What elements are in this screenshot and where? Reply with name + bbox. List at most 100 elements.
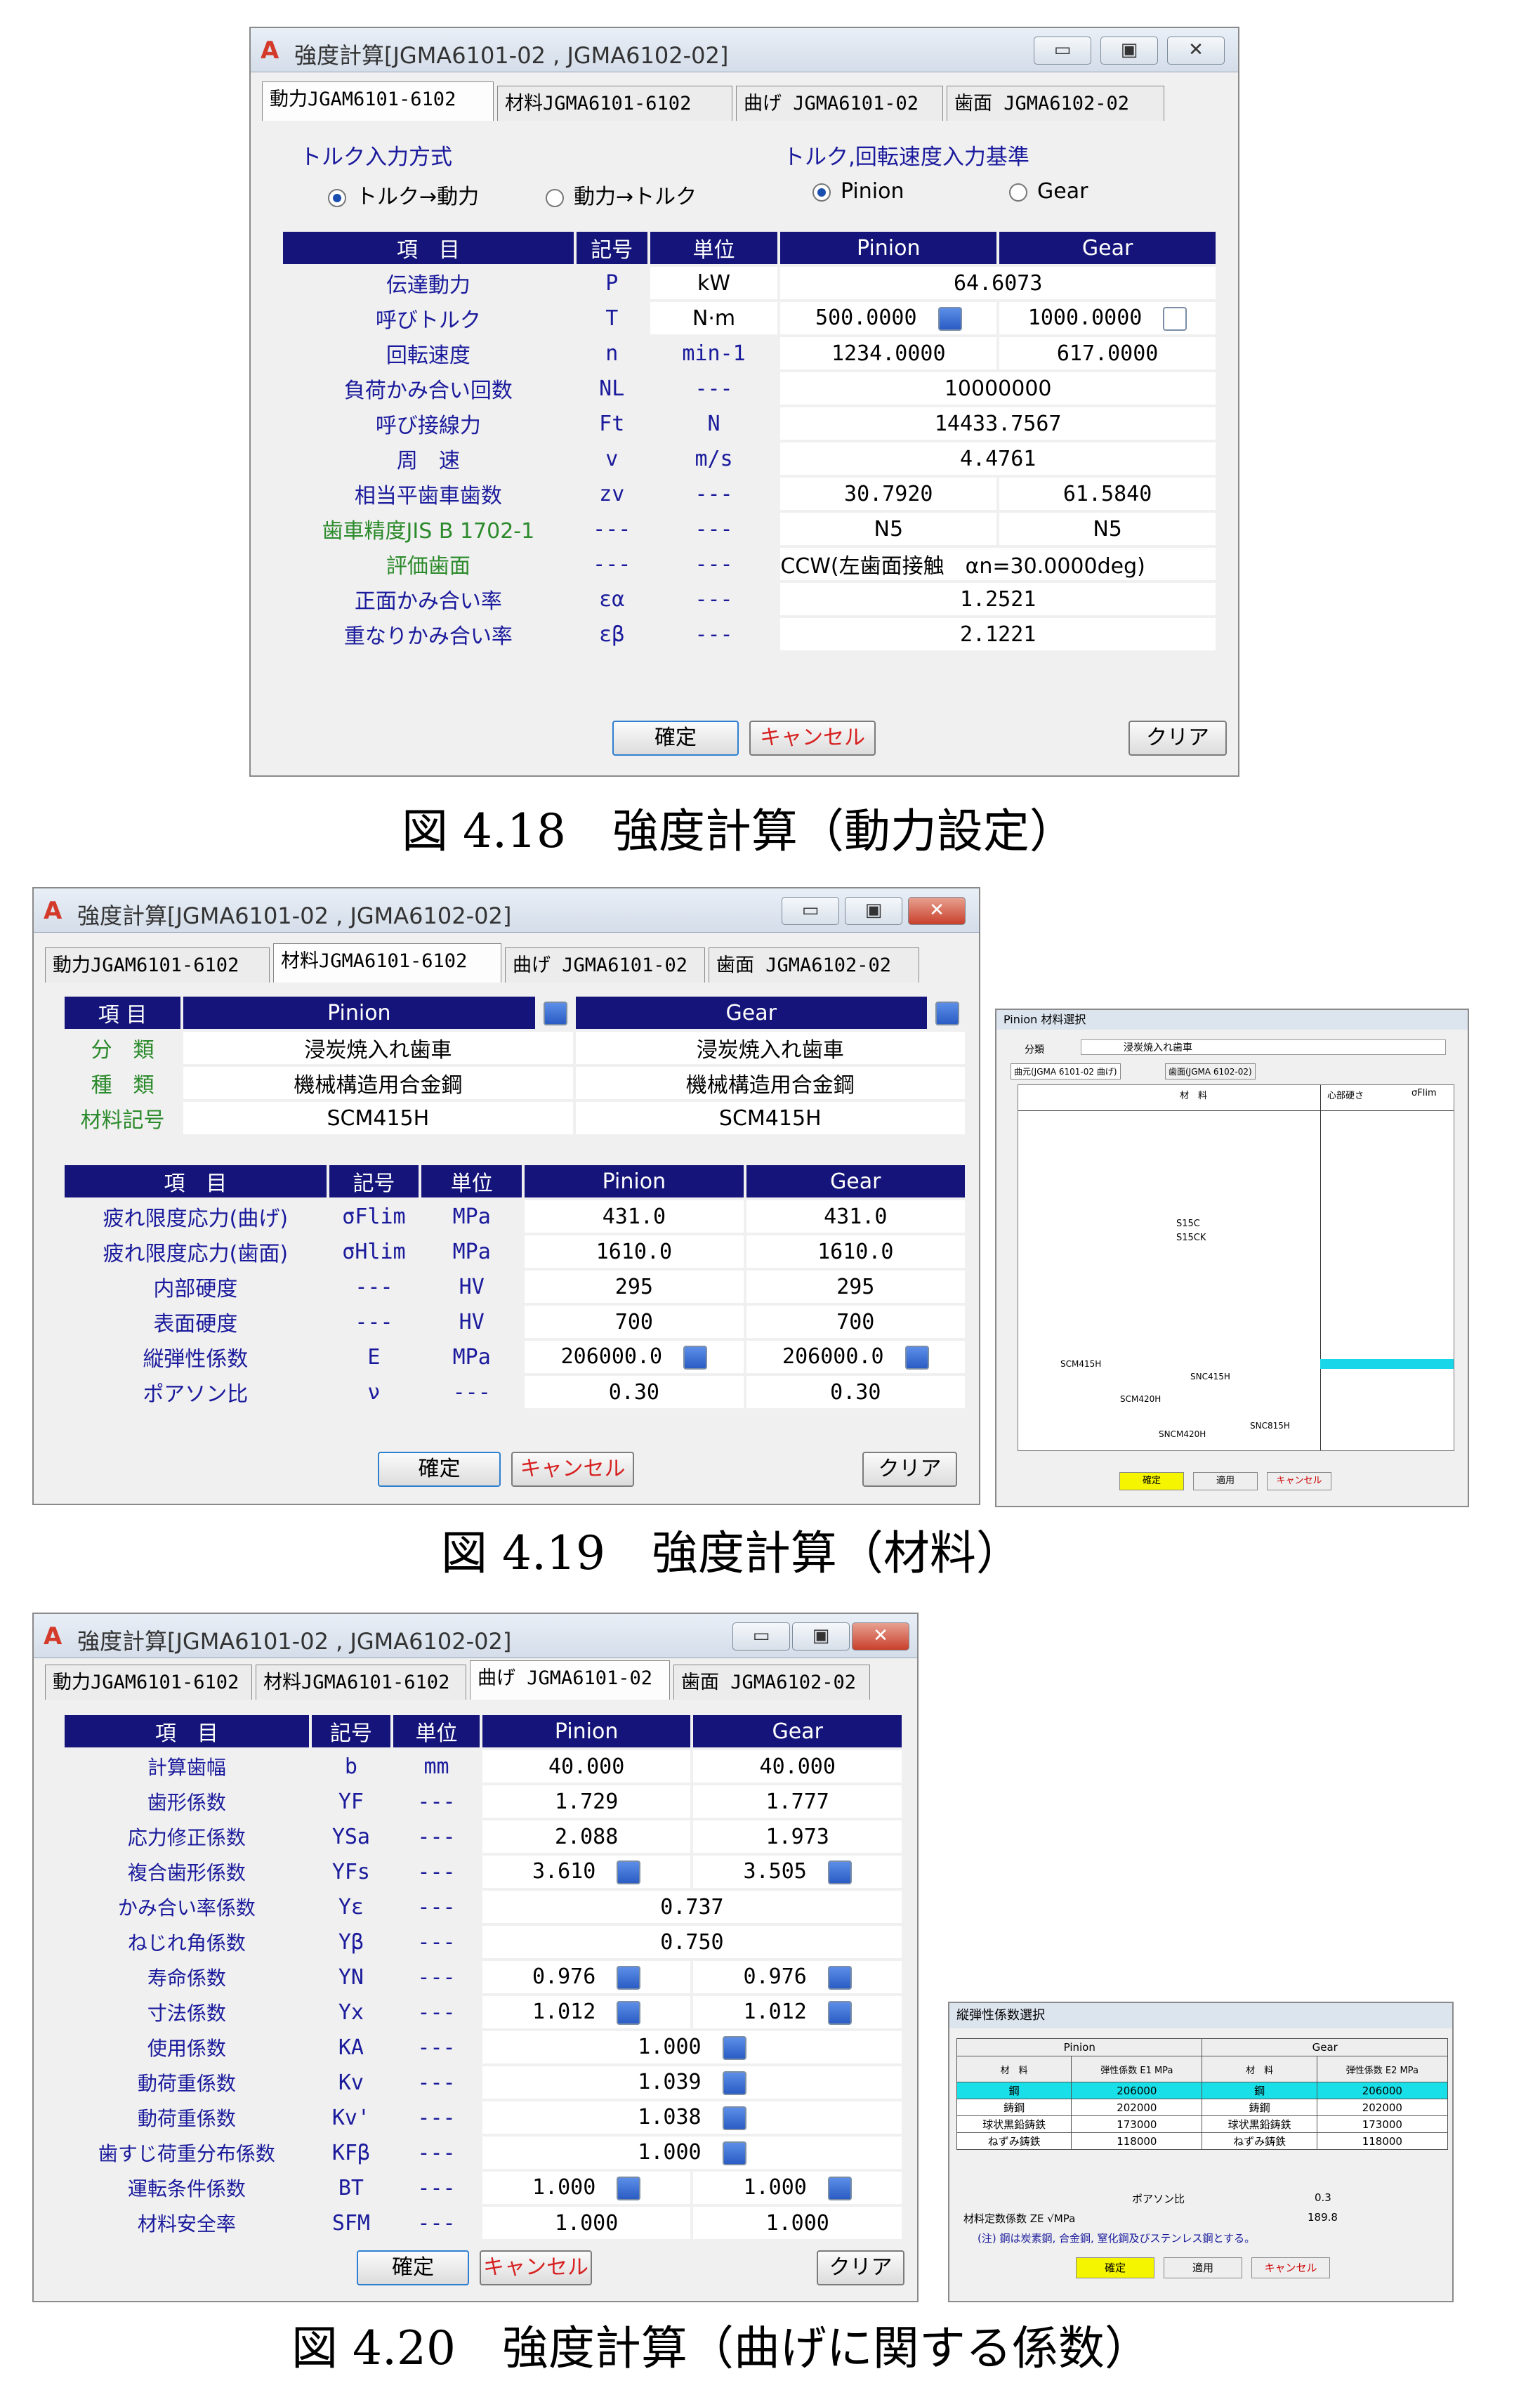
value-cell[interactable]: 206000.0 xyxy=(525,1341,744,1373)
tab-material[interactable]: 材料JGMA6101-6102 xyxy=(497,86,732,121)
radio-power-to-torque[interactable]: 動力→トルク xyxy=(546,179,697,210)
pinion-material-button[interactable] xyxy=(538,997,573,1029)
dialog-apply-button[interactable]: 適用 xyxy=(1193,1472,1258,1490)
value-cell[interactable]: 1.000 xyxy=(693,2172,902,2204)
value-cell[interactable]: 1.039 xyxy=(482,2066,902,2099)
edit-icon[interactable] xyxy=(827,2176,852,2200)
value-cell[interactable]: 0.750 xyxy=(482,1926,902,1958)
value-cell[interactable]: 4.4761 xyxy=(780,442,1216,475)
value-cell[interactable]: 61.5840 xyxy=(999,478,1216,510)
radio-torque-to-power[interactable]: トルク→動力 xyxy=(328,179,479,210)
value-select[interactable]: 機械構造用合金鋼 xyxy=(575,1067,965,1099)
value-cell[interactable]: 40.000 xyxy=(693,1750,902,1783)
value-cell[interactable]: 1.012 xyxy=(693,1996,902,2028)
close-button[interactable]: ✕ xyxy=(852,1622,909,1650)
more-icon[interactable] xyxy=(1163,306,1187,331)
value-select[interactable]: N5 xyxy=(780,513,997,545)
dialog-ok-button[interactable]: 確定 xyxy=(1119,1472,1184,1490)
close-button[interactable]: ✕ xyxy=(908,897,966,925)
value-select[interactable]: 浸炭焼入れ歯車 xyxy=(183,1032,573,1064)
value-cell[interactable]: 431.0 xyxy=(525,1200,744,1233)
value-cell[interactable]: 1.729 xyxy=(482,1785,691,1818)
tab-material[interactable]: 材料JGMA6101-6102 xyxy=(273,943,501,983)
table-row[interactable]: 球状黒鉛鋳鉄 173000 球状黒鉛鋳鉄 173000 xyxy=(956,2115,1449,2133)
tab-surface[interactable]: 歯面 JGMA6102-02 xyxy=(673,1665,870,1700)
dialog-cancel-button[interactable]: キャンセル xyxy=(1251,2257,1330,2278)
unit-select[interactable]: kW xyxy=(650,267,778,299)
value-select[interactable]: SCM415H xyxy=(575,1102,965,1134)
value-cell[interactable]: 1.2521 xyxy=(780,583,1216,615)
radio-pinion[interactable]: Pinion xyxy=(812,179,904,204)
category-select[interactable]: 浸炭焼入れ歯車 xyxy=(1081,1039,1446,1055)
value-cell[interactable]: 295 xyxy=(746,1271,965,1303)
value-cell[interactable]: 1.038 xyxy=(482,2101,902,2134)
tab-surface[interactable]: 歯面 JGMA6102-02 xyxy=(947,86,1164,121)
cancel-button[interactable]: キャンセル xyxy=(749,721,876,756)
value-select[interactable]: 機械構造用合金鋼 xyxy=(183,1067,573,1099)
gear-material-button[interactable] xyxy=(930,997,965,1029)
tab-surface[interactable]: 歯面 JGMA6102-02 xyxy=(709,947,919,983)
value-cell[interactable]: 30.7920 xyxy=(780,478,997,510)
value-cell[interactable]: 0.976 xyxy=(482,1961,691,1993)
value-cell[interactable]: 40.000 xyxy=(482,1750,691,1783)
value-cell[interactable]: 700 xyxy=(746,1306,965,1338)
value-select[interactable]: SCM415H xyxy=(183,1102,573,1134)
clear-button[interactable]: クリア xyxy=(817,2250,904,2285)
edit-icon[interactable] xyxy=(722,2070,746,2095)
tab-power[interactable]: 動力JGAM6101-6102 xyxy=(262,81,494,121)
tab-bending[interactable]: 曲げ JGMA6101-02 xyxy=(470,1660,670,1700)
dialog-tab-bending[interactable]: 曲元(JGMA 6101-02 曲げ) xyxy=(1011,1063,1121,1079)
value-cell[interactable]: 2.088 xyxy=(482,1820,691,1853)
value-cell[interactable]: 500.0000 xyxy=(780,302,997,334)
value-cell[interactable]: 617.0000 xyxy=(999,337,1216,369)
clear-button[interactable]: クリア xyxy=(862,1452,957,1487)
unit-select[interactable]: N·m xyxy=(650,302,778,334)
edit-icon[interactable] xyxy=(937,306,962,331)
edit-icon[interactable] xyxy=(827,1965,852,1990)
tab-power[interactable]: 動力JGAM6101-6102 xyxy=(45,1665,252,1700)
edit-icon[interactable] xyxy=(904,1345,929,1370)
value-cell[interactable]: 1.973 xyxy=(693,1820,902,1853)
dialog-ok-button[interactable]: 確定 xyxy=(1076,2257,1154,2278)
table-row[interactable]: 鋳鋼 202000 鋳鋼 202000 xyxy=(956,2099,1449,2116)
edit-icon[interactable] xyxy=(722,2106,746,2130)
value-cell[interactable]: 1.000 xyxy=(482,2031,902,2063)
value-cell[interactable]: 1.012 xyxy=(482,1996,691,2028)
minimize-button[interactable]: ▭ xyxy=(1034,37,1091,65)
table-row[interactable]: 鋼 206000 鋼 206000 xyxy=(956,2082,1449,2099)
value-cell[interactable]: 0.737 xyxy=(482,1891,902,1923)
dialog-cancel-button[interactable]: キャンセル xyxy=(1267,1472,1331,1490)
edit-icon[interactable] xyxy=(827,2000,852,2025)
value-cell[interactable]: 1.777 xyxy=(693,1785,902,1818)
value-cell[interactable]: 431.0 xyxy=(746,1200,965,1233)
value-cell[interactable]: 0.976 xyxy=(693,1961,902,1993)
value-cell[interactable]: 14433.7567 xyxy=(780,407,1216,440)
edit-icon[interactable] xyxy=(617,2000,641,2025)
value-cell[interactable]: 1.000 xyxy=(693,2207,902,2239)
value-cell[interactable]: 3.505 xyxy=(693,1856,902,1888)
value-cell[interactable]: 1610.0 xyxy=(746,1235,965,1268)
value-cell[interactable]: 0.30 xyxy=(525,1376,744,1408)
value-cell[interactable]: 0.30 xyxy=(746,1376,965,1408)
edit-icon[interactable] xyxy=(683,1345,708,1370)
ok-button[interactable]: 確定 xyxy=(357,2250,469,2285)
value-cell[interactable]: 700 xyxy=(525,1306,744,1338)
minimize-button[interactable]: ▭ xyxy=(782,897,839,925)
ok-button[interactable]: 確定 xyxy=(378,1452,501,1487)
value-select[interactable]: 浸炭焼入れ歯車 xyxy=(575,1032,965,1064)
value-select[interactable]: 10000000 xyxy=(780,372,1216,405)
value-select[interactable]: CCW(左歯面接触 αn=30.0000deg) xyxy=(780,548,1216,580)
ok-button[interactable]: 確定 xyxy=(612,721,739,756)
tab-material[interactable]: 材料JGMA6101-6102 xyxy=(256,1665,466,1700)
edit-icon[interactable] xyxy=(617,2176,641,2200)
maximize-button[interactable]: ▣ xyxy=(792,1622,850,1650)
value-cell[interactable]: 1000.0000 xyxy=(999,302,1216,334)
value-cell[interactable]: 1.000 xyxy=(482,2172,691,2204)
table-row[interactable]: ねずみ鋳鉄 118000 ねずみ鋳鉄 118000 xyxy=(956,2132,1449,2150)
tab-bending[interactable]: 曲げ JGMA6101-02 xyxy=(736,86,943,121)
edit-icon[interactable] xyxy=(827,1860,852,1884)
value-cell[interactable]: 1610.0 xyxy=(525,1235,744,1268)
cancel-button[interactable]: キャンセル xyxy=(480,2250,592,2285)
value-cell[interactable]: 1.000 xyxy=(482,2137,902,2169)
edit-icon[interactable] xyxy=(617,1965,641,1990)
